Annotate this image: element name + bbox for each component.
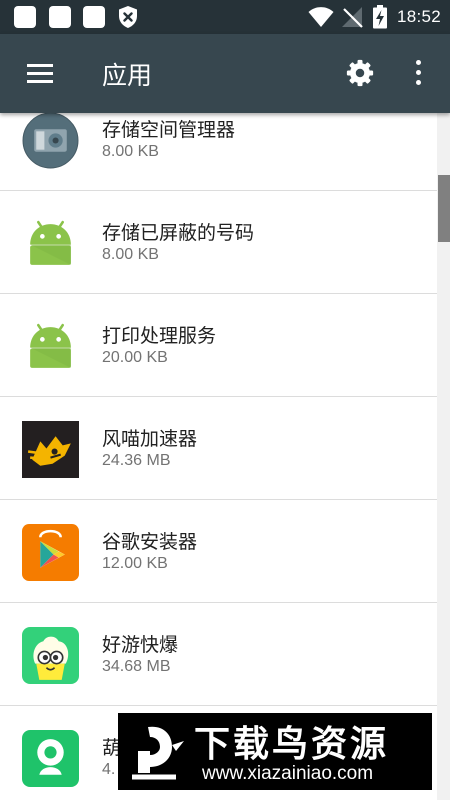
app-size: 8.00 KB <box>102 246 159 263</box>
wifi-icon <box>308 7 334 27</box>
no-signal-icon <box>342 7 363 28</box>
green-app-icon <box>22 730 79 787</box>
list-item[interactable]: 打印处理服务 20.00 KB <box>0 294 437 397</box>
android-icon <box>30 220 71 265</box>
list-item[interactable]: 谷歌安装器 12.00 KB <box>0 500 437 603</box>
notification-icon <box>49 6 71 28</box>
app-name: 谷歌安装器 <box>102 531 198 553</box>
app-name: 存储空间管理器 <box>102 119 236 141</box>
bird-logo-icon <box>132 726 184 780</box>
list-item[interactable]: 好游快爆 34.68 MB <box>0 603 437 706</box>
app-size: 4. <box>102 761 116 778</box>
haoyou-kuaibao-icon <box>22 627 79 684</box>
watermark-url: www.xiazainiao.com <box>202 763 374 784</box>
app-name: 风喵加速器 <box>102 428 198 450</box>
app-list: 存储空间管理器 8.00 KB 存储已屏蔽的号码 8.00 KB 打印处理服务 … <box>0 113 450 800</box>
scrollbar-thumb[interactable] <box>438 175 450 242</box>
app-size: 20.00 KB <box>102 349 168 366</box>
android-icon <box>30 323 71 368</box>
watermark-title: 下载鸟资源 <box>194 724 390 765</box>
app-size: 24.36 MB <box>102 452 171 469</box>
shield-icon <box>119 6 137 28</box>
gear-icon[interactable] <box>345 58 375 88</box>
notification-icon <box>83 6 105 28</box>
fengmiao-accelerator-icon <box>22 421 79 478</box>
status-bar: 18:52 <box>0 0 450 34</box>
list-item[interactable]: 风喵加速器 24.36 MB <box>0 397 437 500</box>
app-size: 12.00 KB <box>102 555 168 572</box>
app-size: 8.00 KB <box>102 143 159 160</box>
google-installer-icon <box>22 524 79 581</box>
clock: 18:52 <box>397 7 442 26</box>
app-name: 打印处理服务 <box>102 325 217 347</box>
notification-icon <box>14 6 36 28</box>
list-item[interactable]: 存储空间管理器 8.00 KB <box>0 113 437 191</box>
app-size: 34.68 MB <box>102 658 171 675</box>
watermark: 下载鸟资源 www.xiazainiao.com <box>118 713 432 790</box>
battery-charging-icon <box>373 5 387 29</box>
app-name: 好游快爆 <box>102 634 179 656</box>
app-bar: 应用 <box>0 34 450 113</box>
menu-icon[interactable] <box>27 64 53 84</box>
page-title: 应用 <box>102 61 153 90</box>
more-options-icon[interactable] <box>408 58 428 88</box>
app-name: 存储已屏蔽的号码 <box>102 222 255 244</box>
list-item[interactable]: 存储已屏蔽的号码 8.00 KB <box>0 191 437 294</box>
storage-manager-icon <box>22 113 79 169</box>
